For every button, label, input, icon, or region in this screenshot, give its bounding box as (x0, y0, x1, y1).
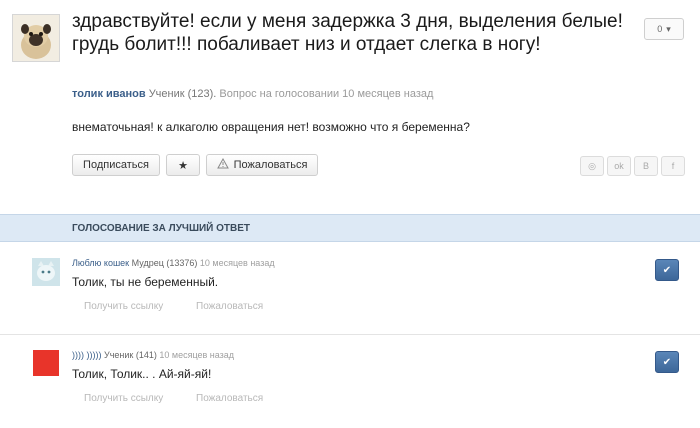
pug-avatar-image (13, 15, 59, 61)
question-author-link[interactable]: толик иванов (72, 88, 146, 100)
answer-author-rank: Мудрец (13376) (131, 258, 198, 268)
complain-button[interactable]: Пожаловаться (206, 154, 318, 176)
question-meta: толик иванов Ученик (123). Вопрос на гол… (72, 88, 433, 100)
favorite-button[interactable]: ★ (166, 154, 200, 176)
answer-author-rank: Ученик (141) (104, 350, 157, 360)
complain-label: Пожаловаться (233, 159, 308, 171)
ok-glyph: ok (614, 161, 624, 171)
share-facebook-icon[interactable]: f (661, 156, 685, 176)
star-icon: ★ (178, 159, 188, 172)
answer-author-link[interactable]: Люблю кошек (72, 258, 129, 268)
answer-author-avatar[interactable] (32, 258, 60, 286)
answer-meta: Люблю кошек Мудрец (13376) 10 месяцев на… (72, 258, 275, 268)
checkmark-icon: ✔ (662, 264, 672, 276)
answer-text: Толик, Толик.. . Ай-яй-яй! (72, 367, 212, 381)
vote-for-answer-button[interactable]: ✔ (655, 351, 679, 373)
question-body: внематочьная! к алкаголю овращения нет! … (72, 120, 470, 134)
answer-time: 10 месяцев назад (199, 258, 275, 268)
question-author-rank: Ученик (123). (148, 88, 217, 100)
share-vkontakte-icon[interactable]: B (634, 156, 658, 176)
chevron-down-icon: ▾ (666, 23, 671, 34)
section-title: ГОЛОСОВАНИЕ ЗА ЛУЧШИЙ ОТВЕТ (72, 223, 251, 234)
warning-icon (216, 157, 229, 172)
complain-link[interactable]: Пожаловаться (196, 393, 263, 404)
checkmark-icon: ✔ (662, 356, 672, 368)
answer-author-link[interactable]: )))) ))))) (72, 350, 101, 360)
cat-avatar-image (32, 258, 60, 286)
get-link-button[interactable]: Получить ссылку (84, 301, 163, 312)
answer-author-avatar[interactable] (33, 350, 59, 376)
mail-glyph: ◎ (588, 160, 596, 171)
subscribe-label: Подписаться (83, 159, 149, 171)
vote-count: 0 (657, 24, 663, 34)
facebook-glyph: f (671, 161, 675, 171)
answer-divider (0, 334, 700, 335)
complain-link[interactable]: Пожаловаться (196, 301, 263, 312)
question-title: здравствуйте! если у меня задержка 3 дня… (72, 11, 623, 55)
vk-glyph: B (642, 161, 649, 171)
answer-meta: )))) ))))) Ученик (141) 10 месяцев назад (72, 350, 234, 360)
best-answer-vote-header: ГОЛОСОВАНИЕ ЗА ЛУЧШИЙ ОТВЕТ (0, 214, 700, 242)
subscribe-button[interactable]: Подписаться (72, 154, 160, 176)
share-mail-icon[interactable]: ◎ (580, 156, 604, 176)
vote-counter-button[interactable]: 0 ▾ (644, 18, 684, 40)
vote-for-answer-button[interactable]: ✔ (655, 259, 679, 281)
answer-item: )))) ))))) Ученик (141) 10 месяцев назад… (0, 336, 700, 428)
answer-time: 10 месяцев назад (159, 350, 235, 360)
answer-item: Люблю кошек Мудрец (13376) 10 месяцев на… (0, 244, 700, 336)
answer-text: Толик, ты не беременный. (72, 275, 219, 289)
share-odnoklassniki-icon[interactable]: ok (607, 156, 631, 176)
question-status: Вопрос на голосовании 10 месяцев назад (219, 88, 434, 100)
get-link-button[interactable]: Получить ссылку (84, 393, 163, 404)
question-author-avatar[interactable] (12, 14, 60, 62)
